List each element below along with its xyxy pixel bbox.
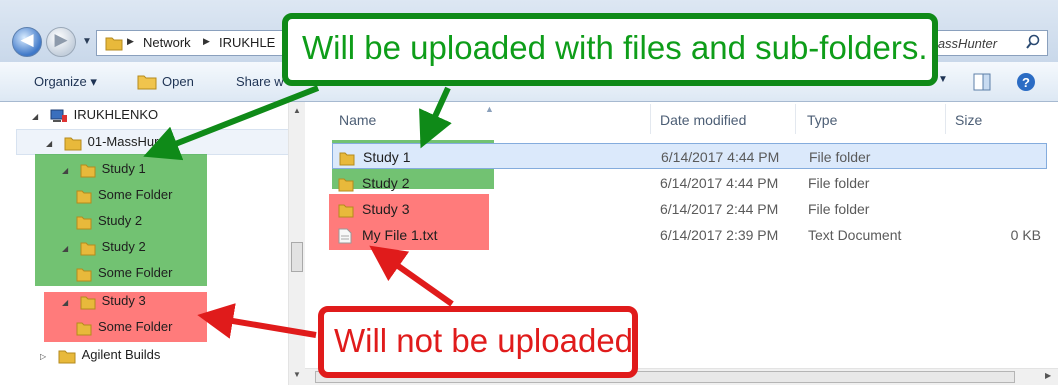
back-button[interactable]: ◀ xyxy=(12,27,42,57)
tree-item-01-masshunter[interactable]: ◢ 01-MassHur xyxy=(46,129,158,155)
file-type: Text Document xyxy=(808,227,902,243)
breadcrumb-network[interactable]: Network xyxy=(143,35,191,50)
file-date: 6/14/2017 2:39 PM xyxy=(660,227,779,243)
svg-text:?: ? xyxy=(1022,75,1030,90)
tree-item-label: Study 1 xyxy=(101,161,146,176)
column-name-header[interactable]: Name xyxy=(339,112,376,128)
folder-icon xyxy=(105,37,123,51)
folder-icon xyxy=(339,152,355,166)
tree-item-some-folder-3[interactable]: Some Folder xyxy=(76,314,172,340)
tree-item-agilent-builds[interactable]: ▷ Agilent Builds xyxy=(40,342,160,368)
scroll-thumb[interactable] xyxy=(291,242,303,272)
folder-icon xyxy=(76,216,92,230)
organize-button[interactable]: Organize ▾ xyxy=(34,74,97,90)
expand-arrow-icon[interactable]: ◢ xyxy=(62,158,76,184)
file-name: Study 1 xyxy=(363,149,411,165)
view-options-icon[interactable]: ▼ xyxy=(938,74,948,85)
expand-arrow-icon[interactable]: ◢ xyxy=(62,236,76,262)
file-name: Study 3 xyxy=(362,201,410,217)
file-name: Study 2 xyxy=(362,175,410,191)
open-button[interactable]: Open xyxy=(162,74,194,89)
folder-icon xyxy=(338,178,354,192)
expand-arrow-icon[interactable]: ◢ xyxy=(32,104,46,130)
file-type: File folder xyxy=(808,175,870,191)
column-divider[interactable] xyxy=(795,104,796,134)
file-row-study-3[interactable]: Study 3 6/14/2017 2:44 PM File folder xyxy=(332,196,1047,222)
file-type: File folder xyxy=(809,149,871,165)
tree-item-some-folder[interactable]: Some Folder xyxy=(76,182,172,208)
nav-scrollbar[interactable]: ▲ ▼ xyxy=(288,102,305,385)
column-divider[interactable] xyxy=(650,104,651,134)
open-folder-icon xyxy=(137,75,157,90)
history-dropdown-icon[interactable]: ▼ xyxy=(82,36,92,47)
no-upload-callout: Will not be uploaded xyxy=(318,306,638,378)
network-computer-icon xyxy=(50,109,67,122)
scroll-right-icon[interactable]: ▶ xyxy=(1045,371,1051,380)
tree-item-label: Study 3 xyxy=(101,293,146,308)
file-date: 6/14/2017 4:44 PM xyxy=(661,149,780,165)
file-type: File folder xyxy=(808,201,870,217)
file-row-study-2[interactable]: Study 2 6/14/2017 4:44 PM File folder xyxy=(332,170,1047,196)
navigation-pane: ◢ IRUKHLENKO ◢ 01-MassHur ◢ Study 1 Some… xyxy=(0,102,305,385)
tree-item-label: 01-MassHur xyxy=(87,134,159,149)
breadcrumb-computer[interactable]: IRUKHLE xyxy=(219,35,275,50)
sort-arrow-icon: ▲ xyxy=(485,104,494,114)
column-divider[interactable] xyxy=(945,104,946,134)
column-type-header[interactable]: Type xyxy=(807,112,837,128)
scroll-up-icon[interactable]: ▲ xyxy=(293,106,301,115)
tree-item-label: Study 2 xyxy=(101,239,146,254)
preview-pane-icon[interactable] xyxy=(972,72,992,92)
folder-icon xyxy=(76,268,92,282)
tree-item-study-1[interactable]: ◢ Study 1 xyxy=(62,156,146,182)
folder-icon xyxy=(80,296,96,310)
file-row-study-1[interactable]: Study 1 6/14/2017 4:44 PM File folder xyxy=(332,143,1047,169)
upload-callout-text: Will be uploaded with files and sub-fold… xyxy=(302,29,928,66)
text-file-icon xyxy=(338,228,352,244)
file-date: 6/14/2017 2:44 PM xyxy=(660,201,779,217)
tree-item-label: IRUKHLENKO xyxy=(73,107,159,122)
back-icon: ◀ xyxy=(20,30,34,49)
file-name: My File 1.txt xyxy=(362,227,438,243)
file-row-my-file-1[interactable]: My File 1.txt 6/14/2017 2:39 PM Text Doc… xyxy=(332,222,1047,248)
tree-item-study-2[interactable]: ◢ Study 2 xyxy=(62,234,146,260)
tree-item-label: Some Folder xyxy=(98,319,173,334)
folder-icon xyxy=(80,164,96,178)
file-size: 0 KB xyxy=(1010,227,1041,243)
tree-item-label: Study 2 xyxy=(98,213,143,228)
folder-icon xyxy=(338,204,354,218)
forward-button[interactable]: ▶ xyxy=(46,27,76,57)
expand-arrow-icon[interactable]: ◢ xyxy=(62,290,76,316)
tree-item-study-3[interactable]: ◢ Study 3 xyxy=(62,288,146,314)
tree-item-label: Some Folder xyxy=(98,265,173,280)
tree-item-label: Agilent Builds xyxy=(81,347,161,362)
no-upload-callout-text: Will not be uploaded xyxy=(334,322,634,359)
column-date-header[interactable]: Date modified xyxy=(660,112,746,128)
folder-icon xyxy=(76,190,92,204)
tree-item-some-folder-2[interactable]: Some Folder xyxy=(76,260,172,286)
collapse-arrow-icon[interactable]: ▷ xyxy=(40,344,54,370)
tree-item-root[interactable]: ◢ IRUKHLENKO xyxy=(32,102,158,128)
tree-item-label: Some Folder xyxy=(98,187,173,202)
help-icon[interactable]: ? xyxy=(1016,72,1036,92)
breadcrumb-separator: ▶ xyxy=(203,36,210,46)
folder-icon xyxy=(80,242,96,256)
search-icon[interactable] xyxy=(1025,34,1041,50)
tree-item-study-2-sub[interactable]: Study 2 xyxy=(76,208,142,234)
folder-icon xyxy=(64,137,82,151)
share-button[interactable]: Share w xyxy=(236,74,284,89)
file-date: 6/14/2017 4:44 PM xyxy=(660,175,779,191)
column-size-header[interactable]: Size xyxy=(955,112,982,128)
upload-callout: Will be uploaded with files and sub-fold… xyxy=(282,13,938,86)
folder-icon xyxy=(76,322,92,336)
forward-icon: ▶ xyxy=(54,30,68,49)
scroll-down-icon[interactable]: ▼ xyxy=(293,370,301,379)
folder-icon xyxy=(58,350,76,364)
breadcrumb-separator: ▶ xyxy=(127,36,134,46)
